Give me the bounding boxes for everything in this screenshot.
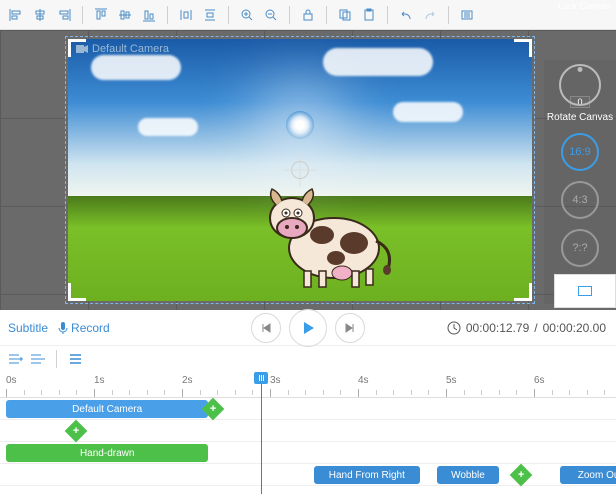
effect-clip[interactable]: Hand From Right — [314, 466, 420, 484]
paste-icon[interactable] — [359, 5, 379, 25]
play-button[interactable] — [289, 309, 327, 347]
next-frame-button[interactable] — [335, 313, 365, 343]
timeline-ruler[interactable]: 0s1s2s3s4s5s6s — [0, 372, 616, 398]
camera-viewport[interactable]: Default Camera — [65, 36, 535, 304]
undo-icon[interactable] — [396, 5, 416, 25]
align-bottom-icon[interactable] — [139, 5, 159, 25]
record-button[interactable]: Record — [58, 321, 110, 335]
cow-character[interactable] — [254, 173, 404, 293]
rotate-canvas-dial[interactable] — [559, 64, 601, 106]
top-toolbar: Lock Canvas — [0, 0, 616, 30]
lock-icon[interactable] — [298, 5, 318, 25]
align-center-v-icon[interactable] — [115, 5, 135, 25]
drawn-clip[interactable]: Hand-drawn — [6, 444, 208, 462]
copy-icon[interactable] — [335, 5, 355, 25]
playback-bar: Subtitle Record 00:00:12.79/00:00:20.00 — [0, 310, 616, 346]
canvas-area[interactable]: Default Camera 0 Rotate Canvas 16:9 4:3 … — [0, 30, 616, 310]
distribute-v-icon[interactable] — [200, 5, 220, 25]
effects-track[interactable]: + Hand From Right Wobble Zoom Out — [0, 464, 616, 486]
center-crosshair — [285, 155, 315, 185]
align-top-icon[interactable] — [91, 5, 111, 25]
effect-clip[interactable]: Wobble — [437, 466, 499, 484]
align-right-icon[interactable] — [54, 5, 74, 25]
zoom-out-icon[interactable] — [261, 5, 281, 25]
spacer-track[interactable]: + — [0, 420, 616, 442]
lock-canvas-label: Lock Canvas — [558, 1, 610, 11]
timeline-tracks: Default Camera + + Hand-drawn + Hand Fro… — [0, 398, 616, 503]
timecode-display: 00:00:12.79/00:00:20.00 — [447, 321, 606, 335]
camera-track[interactable]: Default Camera + — [0, 398, 616, 420]
add-track-icon[interactable] — [8, 352, 24, 366]
rotate-canvas-label: Rotate Canvas — [547, 112, 613, 123]
align-left-icon[interactable] — [6, 5, 26, 25]
canvas-thumbnail[interactable] — [554, 274, 616, 308]
timeline-toolbar — [0, 346, 616, 372]
settings-icon[interactable] — [457, 5, 477, 25]
camera-label: Default Camera — [76, 43, 169, 55]
redo-icon[interactable] — [420, 5, 440, 25]
playhead[interactable] — [254, 372, 268, 384]
aspect-16-9-button[interactable]: 16:9 — [561, 133, 599, 171]
aspect-4-3-button[interactable]: 4:3 — [561, 181, 599, 219]
add-keyframe-button[interactable]: + — [65, 420, 88, 443]
drawn-track[interactable]: Hand-drawn — [0, 442, 616, 464]
track-list-icon[interactable] — [67, 352, 83, 366]
remove-track-icon[interactable] — [30, 352, 46, 366]
clock-icon — [447, 321, 461, 335]
canvas-right-panel: 0 Rotate Canvas 16:9 4:3 ?:? — [544, 60, 616, 304]
subtitle-button[interactable]: Subtitle — [8, 321, 48, 335]
aspect-custom-button[interactable]: ?:? — [561, 229, 599, 267]
distribute-h-icon[interactable] — [176, 5, 196, 25]
zoom-in-icon[interactable] — [237, 5, 257, 25]
effect-clip[interactable]: Zoom Out — [560, 466, 616, 484]
camera-clip[interactable]: Default Camera — [6, 400, 208, 418]
add-keyframe-button[interactable]: + — [509, 464, 532, 487]
prev-frame-button[interactable] — [251, 313, 281, 343]
align-center-h-icon[interactable] — [30, 5, 50, 25]
